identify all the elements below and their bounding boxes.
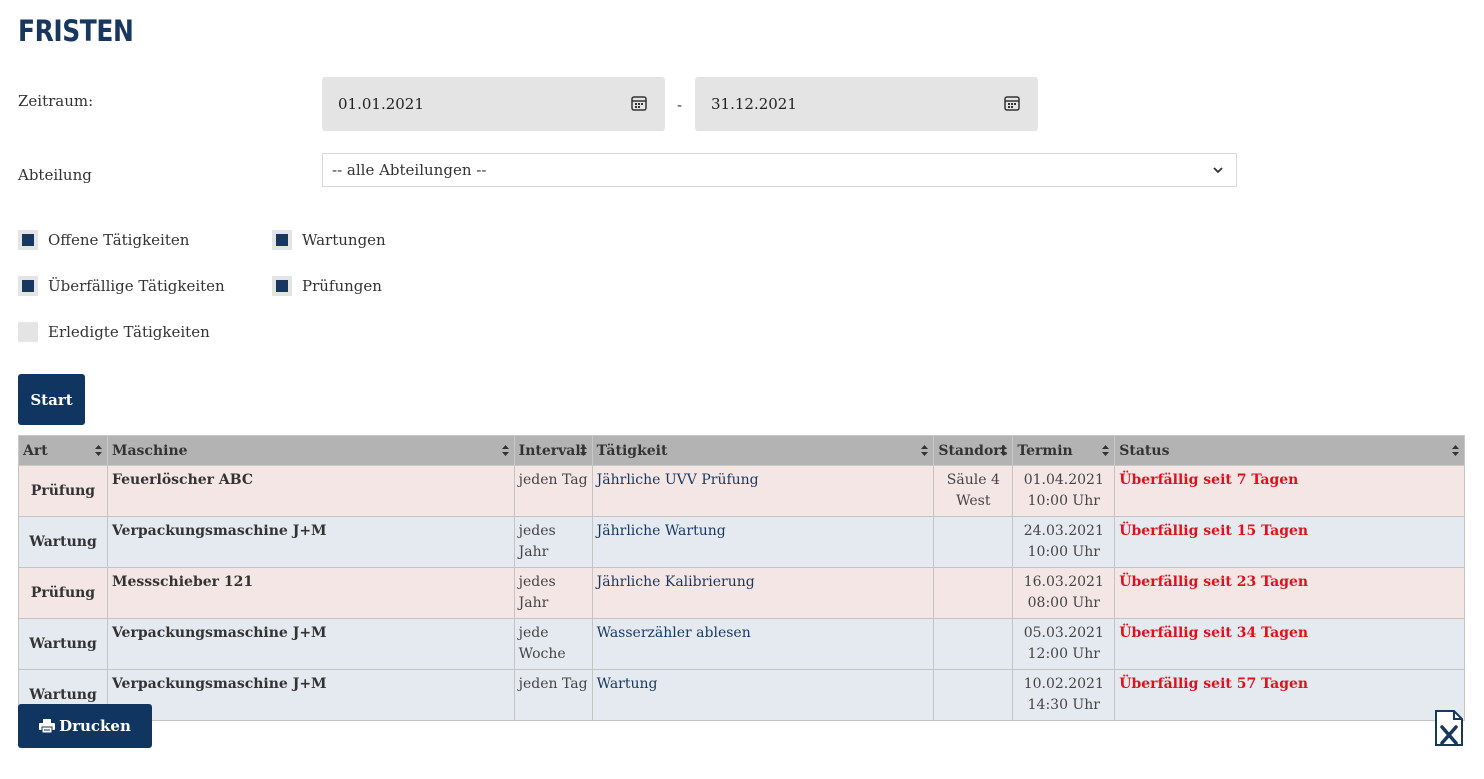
calendar-icon[interactable] xyxy=(631,95,647,111)
cell-taetigkeit: Jährliche Kalibrierung xyxy=(591,567,935,619)
cell-termin: 01.04.2021 10:00 Uhr xyxy=(1012,465,1116,517)
checkbox-pruefungen[interactable]: Prüfungen xyxy=(272,276,382,296)
cell-intervall: jede Woche xyxy=(513,618,593,670)
column-header-standort[interactable]: Standort xyxy=(933,435,1014,466)
checkbox-pruefungen-label: Prüfungen xyxy=(302,277,382,295)
fristen-table: Art Maschine Intervall Tätigkeit Standor… xyxy=(18,435,1465,721)
date-from-value: 01.01.2021 xyxy=(338,95,424,113)
checkbox-offene-label: Offene Tätigkeiten xyxy=(48,231,190,249)
cell-intervall: jedes Jahr xyxy=(513,567,593,619)
termin-time: 08:00 Uhr xyxy=(1027,595,1100,611)
column-header-maschine[interactable]: Maschine xyxy=(106,435,515,466)
sort-icon xyxy=(1452,445,1459,456)
date-to-value: 31.12.2021 xyxy=(711,95,797,113)
cell-taetigkeit: Wartung xyxy=(591,669,935,721)
termin-time: 14:30 Uhr xyxy=(1027,697,1100,713)
column-header-art[interactable]: Art xyxy=(18,435,108,466)
date-to-input[interactable]: 31.12.2021 xyxy=(695,77,1038,131)
cell-termin: 16.03.2021 08:00 Uhr xyxy=(1012,567,1116,619)
cell-termin: 24.03.2021 10:00 Uhr xyxy=(1012,516,1116,568)
termin-time: 10:00 Uhr xyxy=(1027,544,1100,560)
table-row[interactable]: Wartung Verpackungsmaschine J+M jeden Ta… xyxy=(18,669,1465,721)
cell-maschine: Messschieber 121 xyxy=(106,567,515,619)
zeitraum-label: Zeitraum: xyxy=(18,92,94,110)
checkbox-wartungen-label: Wartungen xyxy=(302,231,386,249)
drucken-button[interactable]: Drucken xyxy=(18,704,152,748)
column-header-taetigkeit[interactable]: Tätigkeit xyxy=(591,435,935,466)
table-header-row: Art Maschine Intervall Tätigkeit Standor… xyxy=(18,435,1465,466)
cell-standort xyxy=(933,567,1014,619)
start-button[interactable]: Start xyxy=(18,374,85,425)
cell-intervall: jedes Jahr xyxy=(513,516,593,568)
termin-date: 24.03.2021 xyxy=(1023,523,1104,539)
cell-art: Prüfung xyxy=(18,465,108,517)
abteilung-select[interactable]: -- alle Abteilungen -- xyxy=(322,153,1237,187)
cell-status: Überfällig seit 7 Tagen xyxy=(1114,465,1465,517)
cell-art: Prüfung xyxy=(18,567,108,619)
table-row[interactable]: Wartung Verpackungsmaschine J+M jede Woc… xyxy=(18,618,1465,670)
cell-intervall: jeden Tag xyxy=(513,465,593,517)
cell-art: Wartung xyxy=(18,516,108,568)
table-row[interactable]: Prüfung Feuerlöscher ABC jeden Tag Jährl… xyxy=(18,465,1465,517)
abteilung-label: Abteilung xyxy=(18,166,92,184)
sort-icon xyxy=(579,445,587,456)
cell-art: Wartung xyxy=(18,618,108,670)
column-header-termin[interactable]: Termin xyxy=(1012,435,1116,466)
cell-standort xyxy=(933,516,1014,568)
cell-maschine: Verpackungsmaschine J+M xyxy=(106,516,515,568)
sort-icon xyxy=(94,445,102,456)
cell-maschine: Feuerlöscher ABC xyxy=(106,465,515,517)
cell-maschine: Verpackungsmaschine J+M xyxy=(106,618,515,670)
cell-maschine: Verpackungsmaschine J+M xyxy=(106,669,515,721)
checkbox-erledigte-taetigkeiten[interactable]: Erledigte Tätigkeiten xyxy=(18,322,210,342)
checkbox-wartungen[interactable]: Wartungen xyxy=(272,230,386,250)
checkbox-erledigte-label: Erledigte Tätigkeiten xyxy=(48,323,210,341)
sort-icon xyxy=(1102,445,1110,456)
cell-standort xyxy=(933,618,1014,670)
date-range-separator: - xyxy=(677,96,683,114)
drucken-label: Drucken xyxy=(59,717,131,735)
cell-taetigkeit: Wasserzähler ablesen xyxy=(591,618,935,670)
sort-icon xyxy=(501,445,509,456)
checkbox-erledigte-box[interactable] xyxy=(18,322,38,342)
date-from-input[interactable]: 01.01.2021 xyxy=(322,77,665,131)
sort-icon xyxy=(921,445,929,456)
termin-time: 10:00 Uhr xyxy=(1027,493,1100,509)
cell-status: Überfällig seit 23 Tagen xyxy=(1114,567,1465,619)
cell-status: Überfällig seit 15 Tagen xyxy=(1114,516,1465,568)
checkbox-offene-taetigkeiten[interactable]: Offene Tätigkeiten xyxy=(18,230,189,250)
termin-date: 01.04.2021 xyxy=(1023,472,1104,488)
termin-date: 10.02.2021 xyxy=(1023,676,1104,692)
printer-icon xyxy=(39,719,56,733)
checkbox-ueberfaellige-label: Überfällige Tätigkeiten xyxy=(48,277,225,295)
column-header-status[interactable]: Status xyxy=(1114,435,1465,466)
abteilung-selected-value: -- alle Abteilungen -- xyxy=(332,161,487,179)
cell-standort: Säule 4 West xyxy=(933,465,1014,517)
cell-termin: 05.03.2021 12:00 Uhr xyxy=(1012,618,1116,670)
termin-time: 12:00 Uhr xyxy=(1027,646,1100,662)
cell-status: Überfällig seit 34 Tagen xyxy=(1114,618,1465,670)
chevron-down-icon xyxy=(1213,167,1223,174)
checkbox-ueberfaellige-box[interactable] xyxy=(18,276,38,296)
checkbox-ueberfaellige-taetigkeiten[interactable]: Überfällige Tätigkeiten xyxy=(18,276,225,296)
sort-icon xyxy=(1000,445,1008,456)
excel-export-icon[interactable] xyxy=(1434,710,1464,746)
page-title: FRISTEN xyxy=(18,14,134,48)
column-header-intervall[interactable]: Intervall xyxy=(513,435,593,466)
cell-termin: 10.02.2021 14:30 Uhr xyxy=(1012,669,1116,721)
calendar-icon[interactable] xyxy=(1004,95,1020,111)
termin-date: 16.03.2021 xyxy=(1023,574,1104,590)
cell-intervall: jeden Tag xyxy=(513,669,593,721)
table-row[interactable]: Prüfung Messschieber 121 jedes Jahr Jähr… xyxy=(18,567,1465,619)
table-row[interactable]: Wartung Verpackungsmaschine J+M jedes Ja… xyxy=(18,516,1465,568)
cell-taetigkeit: Jährliche UVV Prüfung xyxy=(591,465,935,517)
cell-status: Überfällig seit 57 Tagen xyxy=(1114,669,1465,721)
cell-taetigkeit: Jährliche Wartung xyxy=(591,516,935,568)
checkbox-offene-box[interactable] xyxy=(18,230,38,250)
checkbox-wartungen-box[interactable] xyxy=(272,230,292,250)
checkbox-pruefungen-box[interactable] xyxy=(272,276,292,296)
termin-date: 05.03.2021 xyxy=(1023,625,1104,641)
cell-standort xyxy=(933,669,1014,721)
